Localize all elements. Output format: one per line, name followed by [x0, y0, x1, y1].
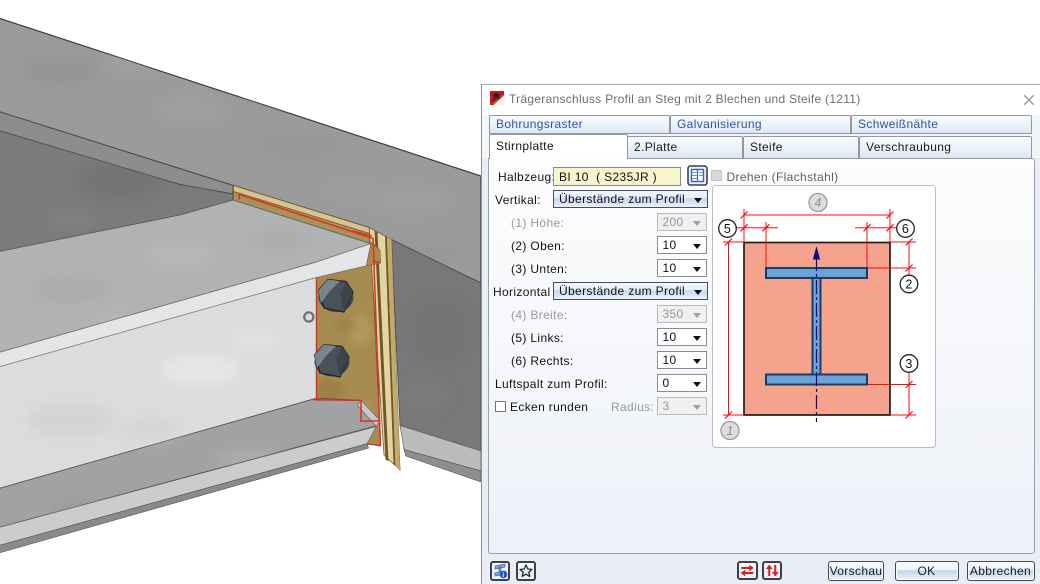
svg-text:6: 6 — [902, 222, 909, 236]
svg-text:1: 1 — [726, 424, 733, 438]
svg-text:5: 5 — [724, 222, 731, 236]
svg-text:3: 3 — [905, 357, 912, 371]
svg-text:i: i — [502, 572, 504, 579]
svg-text:4: 4 — [814, 196, 821, 210]
svg-text:2: 2 — [905, 278, 912, 292]
